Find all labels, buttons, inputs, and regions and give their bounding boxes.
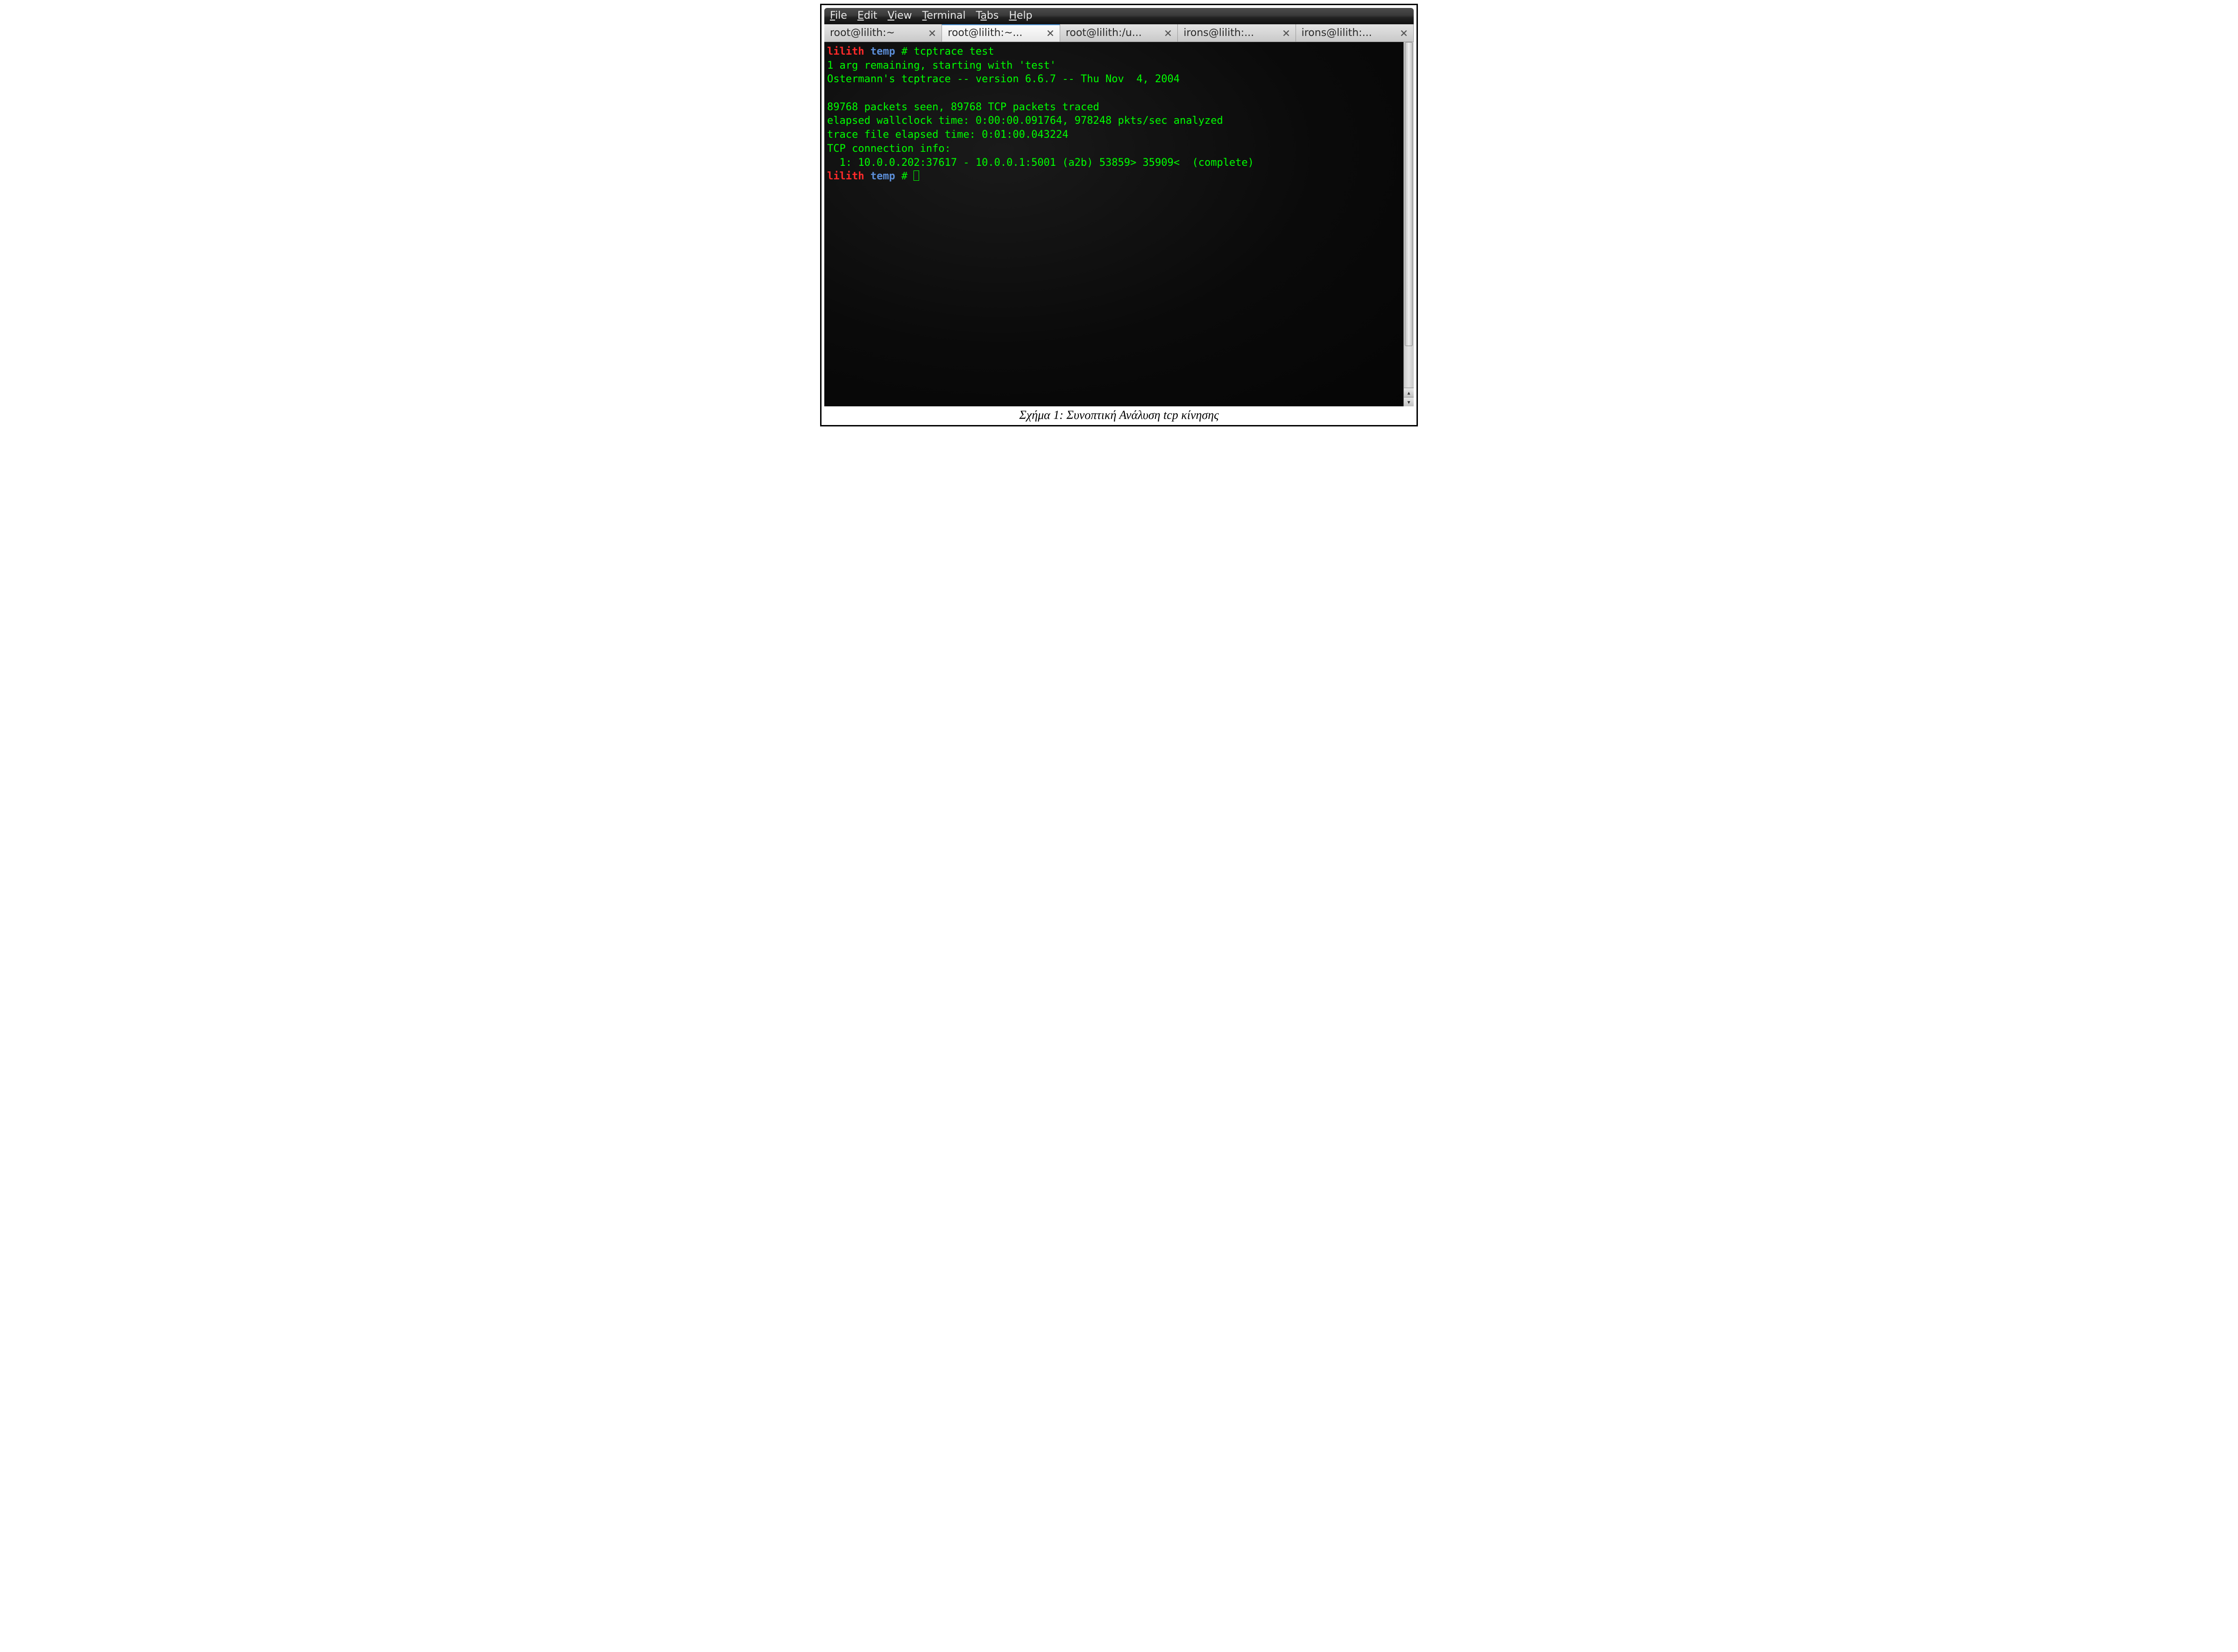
scrollbar-track[interactable] <box>1404 42 1414 388</box>
menu-tabs[interactable]: Tabs <box>976 10 999 21</box>
close-icon[interactable] <box>1399 28 1409 38</box>
tab-label: root@lilith:~... <box>948 27 1041 39</box>
menubar: File Edit View Terminal Tabs Help <box>824 8 1414 24</box>
tab-label: root@lilith:/u... <box>1066 27 1159 39</box>
terminal-tab-4[interactable]: irons@lilith:... <box>1296 24 1414 42</box>
tab-label: root@lilith:~ <box>830 27 923 39</box>
scrollbar-down-button[interactable]: ▾ <box>1404 397 1414 406</box>
terminal-output[interactable]: lilith temp # tcptrace test 1 arg remain… <box>824 42 1403 406</box>
scrollbar[interactable]: ▴ ▾ <box>1403 42 1414 406</box>
close-icon[interactable] <box>1163 28 1173 38</box>
close-icon[interactable] <box>1046 28 1055 38</box>
terminal-tab-3[interactable]: irons@lilith:... <box>1178 24 1296 42</box>
figure-caption: Σχήμα 1: Συνοπτική Ανάλυση tcp κίνησης <box>824 406 1414 422</box>
menu-view[interactable]: View <box>887 10 912 21</box>
terminal-tab-1[interactable]: root@lilith:~... <box>942 24 1060 42</box>
menu-help[interactable]: Help <box>1009 10 1032 21</box>
terminal-area: lilith temp # tcptrace test 1 arg remain… <box>824 42 1414 406</box>
menu-edit[interactable]: Edit <box>857 10 878 21</box>
menu-terminal[interactable]: Terminal <box>922 10 966 21</box>
close-icon[interactable] <box>1282 28 1291 38</box>
menu-file[interactable]: File <box>830 10 847 21</box>
terminal-cursor <box>914 170 919 181</box>
terminal-tab-2[interactable]: root@lilith:/u... <box>1060 24 1178 42</box>
terminal-tab-0[interactable]: root@lilith:~ <box>824 24 942 42</box>
tab-strip: root@lilith:~ root@lilith:~... root@lilith… <box>824 24 1414 42</box>
scrollbar-up-button[interactable]: ▴ <box>1404 388 1414 397</box>
scrollbar-thumb[interactable] <box>1405 42 1413 346</box>
tab-label: irons@lilith:... <box>1302 27 1395 39</box>
terminal-window: File Edit View Terminal Tabs Help root@lilith… <box>824 8 1414 406</box>
figure-frame: File Edit View Terminal Tabs Help root@lilith… <box>820 4 1418 426</box>
tab-label: irons@lilith:... <box>1183 27 1276 39</box>
close-icon[interactable] <box>928 28 937 38</box>
